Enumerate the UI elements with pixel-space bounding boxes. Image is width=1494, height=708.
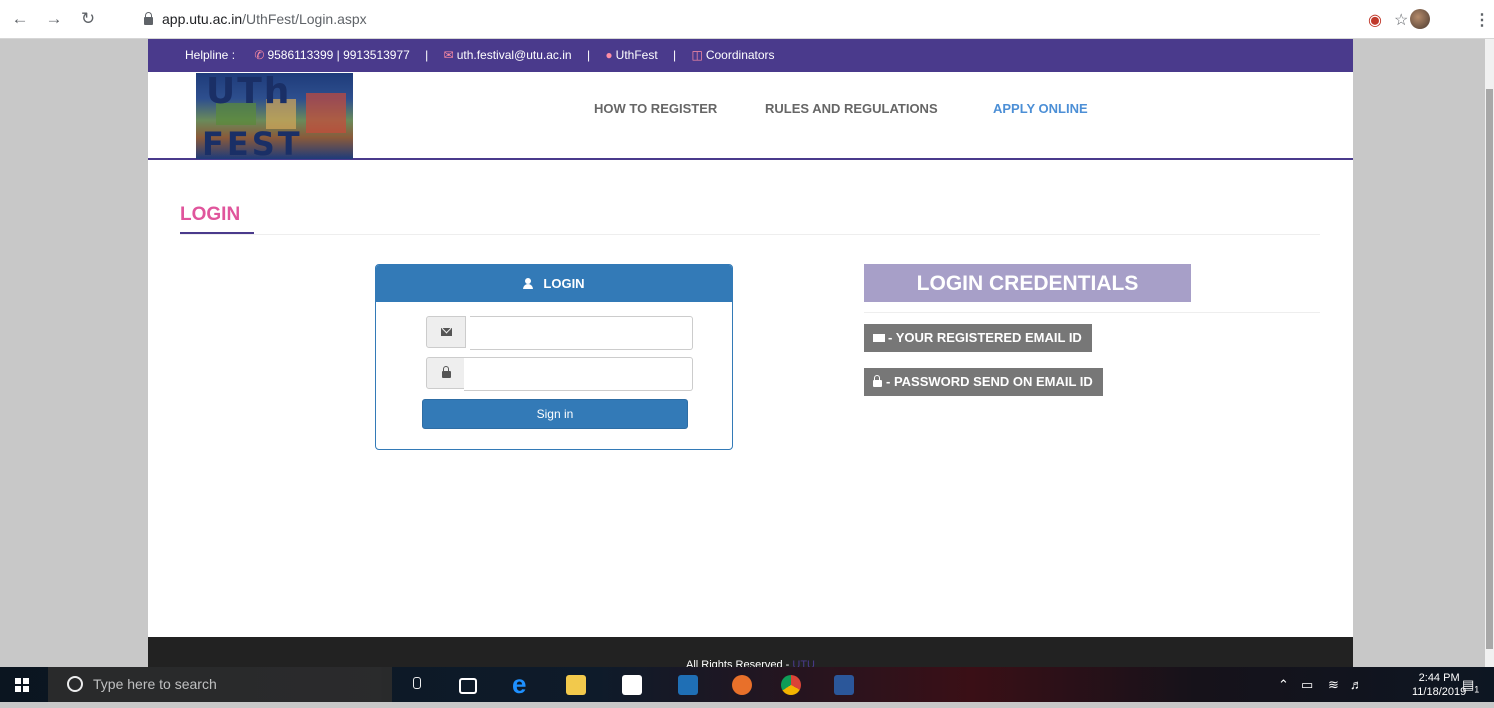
reload-icon[interactable]: ↻ [78,9,98,29]
helpline-label: Helpline : [185,48,236,62]
helpline-email[interactable]: uth.festival@utu.ac.in [457,39,572,72]
footer-brand[interactable]: UTU [792,659,815,667]
email-field-group [426,316,693,350]
phone-icon: ✆ [254,48,265,62]
store-icon[interactable] [622,675,642,695]
clock-time: 2:44 PM [1418,672,1460,684]
password-input[interactable] [464,357,693,391]
logo-text-bottom: FEST [202,125,303,159]
password-field-group [426,357,693,391]
separator: | [586,48,591,62]
coordinators-link[interactable]: Coordinators [706,39,775,72]
lock-icon [144,12,153,25]
word-icon[interactable] [834,675,854,695]
helpline-phones: 9586113399 | 9913513977 [267,48,410,62]
envelope-icon: ✉ [443,48,454,62]
page-scrollbar[interactable] [1485,39,1494,667]
sign-in-button[interactable]: Sign in [422,399,688,429]
taskbar-search[interactable]: Type here to search [48,667,421,702]
speaker-icon[interactable]: ♬ [1350,667,1363,702]
media-player-icon[interactable] [678,675,698,695]
tray-chevron-icon[interactable]: ⌃ [1278,667,1289,702]
login-panel-title: LOGIN [543,276,585,291]
cortana-icon [67,676,83,692]
task-view-icon[interactable] [459,678,477,694]
firefox-icon[interactable] [732,675,752,695]
site-header: UTh FEST HOW TO REGISTER RULES AND REGUL… [148,72,1353,160]
nav-apply-online[interactable]: APPLY ONLINE [993,101,1088,116]
globe-icon: ● [605,48,613,62]
taskbar-search-placeholder: Type here to search [93,676,217,692]
footer-text: All Rights Reserved - [686,659,793,667]
extension-icon[interactable]: ◉ [1368,10,1382,30]
lock-icon [426,357,466,389]
logo-text-top: UTh [206,73,292,112]
page-container: Helpline : ✆ 9586113399 | 9913513977 | ✉ u… [148,39,1353,667]
login-panel: LOGIN Sign in [375,264,733,450]
back-icon[interactable]: ← [10,9,30,29]
email-input[interactable] [470,316,693,350]
edge-browser-icon[interactable]: e [512,671,532,697]
microphone-icon[interactable] [413,677,421,689]
url-host: app.utu.ac.in [162,11,243,27]
browser-toolbar: ← → ↻ app.utu.ac.in/UthFest/Login.aspx ◉… [0,0,1494,39]
divider [180,234,1320,235]
helpline-bar: Helpline : ✆ 9586113399 | 9913513977 | ✉ u… [148,39,1353,72]
credential-email-text: - YOUR REGISTERED EMAIL ID [888,330,1082,345]
scrollbar-thumb[interactable] [1486,89,1493,649]
credentials-heading: LOGIN CREDENTIALS [864,264,1191,302]
url-path: /UthFest/Login.aspx [242,11,367,27]
envelope-icon [426,316,466,348]
bookmark-star-icon[interactable]: ☆ [1394,10,1408,30]
map-icon: ◫ [691,48,703,62]
lock-icon [873,375,882,387]
separator: | [673,48,677,62]
credential-password-hint: - PASSWORD SEND ON EMAIL ID [864,368,1103,396]
separator: | [425,48,429,62]
taskbar: Type here to search e ⌃ ▭ ≋ ♬ 2:44 PM 11… [0,667,1494,702]
address-bar[interactable]: app.utu.ac.in/UthFest/Login.aspx [128,6,1128,32]
login-panel-header: LOGIN [376,265,732,302]
notification-count: 1 [1474,684,1480,695]
user-icon [523,278,534,289]
file-explorer-icon[interactable] [566,675,586,695]
fest-link[interactable]: UthFest [616,39,658,72]
battery-icon[interactable]: ▭ [1301,667,1313,702]
chrome-icon[interactable] [781,675,801,695]
profile-avatar[interactable] [1410,9,1430,29]
divider [864,312,1320,313]
wifi-icon[interactable]: ≋ [1328,667,1339,702]
clock-date: 11/18/2019 [1412,686,1467,698]
menu-kebab-icon[interactable]: ⋮ [1474,10,1490,30]
nav-how-to-register[interactable]: HOW TO REGISTER [594,101,717,116]
envelope-icon [873,334,885,342]
system-clock[interactable]: 2:44 PM 11/18/2019 [1412,671,1466,699]
credential-email-hint: - YOUR REGISTERED EMAIL ID [864,324,1092,352]
site-footer: All Rights Reserved - UTU [148,637,1353,667]
page-title: LOGIN [180,204,241,225]
nav-rules-and-regulations[interactable]: RULES AND REGULATIONS [765,101,938,116]
windows-start-icon[interactable] [15,678,29,692]
site-logo[interactable]: UTh FEST [196,73,353,159]
forward-icon[interactable]: → [44,9,64,29]
credential-password-text: - PASSWORD SEND ON EMAIL ID [886,374,1093,389]
